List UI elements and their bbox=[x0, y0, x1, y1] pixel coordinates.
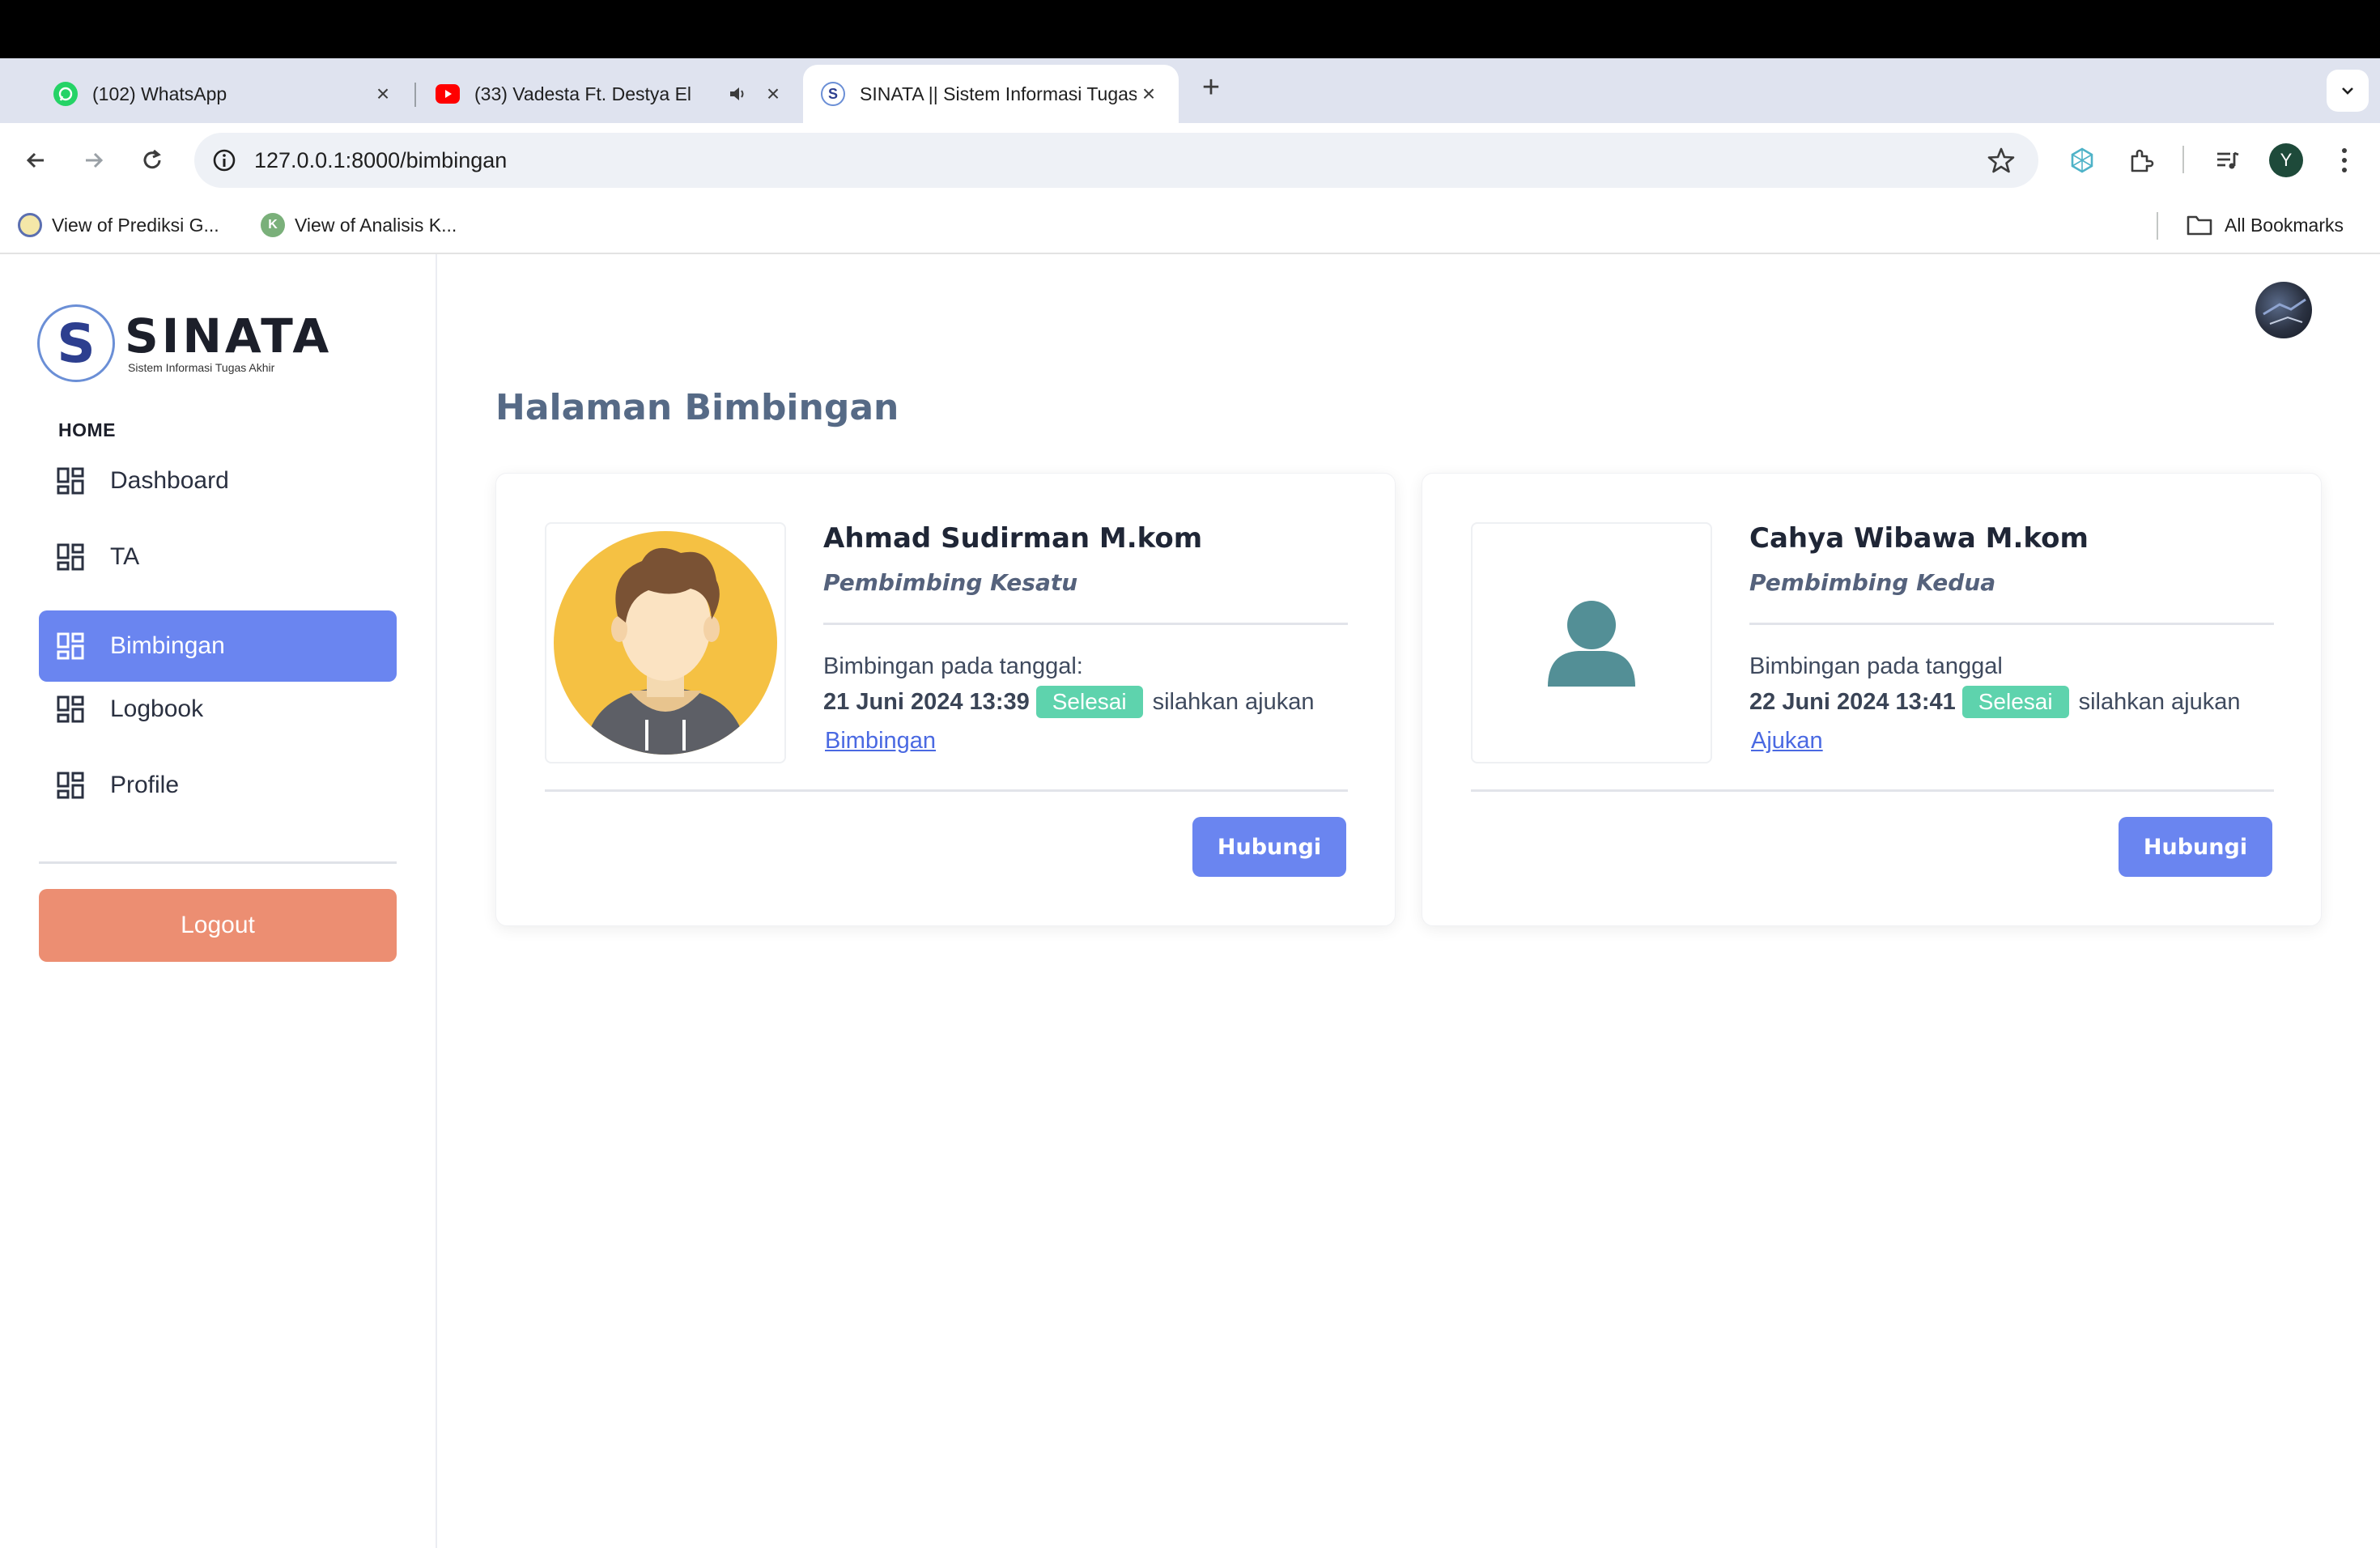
browser-tab-strip: (102) WhatsApp × (33) Vadesta Ft. Destya… bbox=[0, 58, 2380, 123]
card-divider bbox=[545, 789, 1348, 792]
os-menu-bar bbox=[0, 0, 2380, 58]
page-title: Halaman Bimbingan bbox=[495, 387, 899, 428]
dashboard-grid-icon bbox=[57, 632, 84, 660]
university-seal-icon bbox=[18, 213, 42, 237]
dashboard-grid-icon bbox=[57, 543, 84, 571]
new-tab-button[interactable]: + bbox=[1196, 72, 1226, 103]
browser-menu-icon[interactable] bbox=[2328, 143, 2361, 177]
journal-k-icon: K bbox=[261, 213, 285, 237]
schedule-line: 21 Juni 2024 13:39 Selesai silahkan ajuk… bbox=[823, 686, 1315, 718]
arrow-right-icon bbox=[86, 152, 104, 168]
status-badge: Selesai bbox=[1035, 686, 1143, 718]
tab-title: SINATA || Sistem Informasi Tugas Akhir bbox=[860, 83, 1137, 104]
schedule-note: silahkan ajukan bbox=[2078, 688, 2241, 715]
sidebar-item-label: Profile bbox=[110, 772, 180, 798]
address-bar[interactable]: 127.0.0.1:8000/bimbingan bbox=[194, 133, 2038, 188]
user-placeholder-icon bbox=[1548, 601, 1635, 687]
sidebar-item-profile[interactable]: Profile bbox=[39, 750, 397, 821]
profile-avatar[interactable]: Y bbox=[2269, 143, 2303, 177]
logo-mark: S bbox=[37, 304, 115, 382]
contact-button[interactable]: Hubungi bbox=[1192, 817, 1346, 877]
schedule-label: Bimbingan pada tanggal bbox=[1749, 653, 2003, 679]
dashboard-grid-icon bbox=[57, 695, 84, 723]
bookmark-star-icon[interactable] bbox=[1987, 146, 2016, 175]
close-icon[interactable]: × bbox=[761, 81, 785, 106]
tab-sinata[interactable]: S SINATA || Sistem Informasi Tugas Akhir… bbox=[803, 65, 1179, 123]
page-content: S SINATA Sistem Informasi Tugas Akhir HO… bbox=[0, 254, 2380, 1548]
all-bookmarks-button[interactable]: All Bookmarks bbox=[2186, 209, 2344, 241]
sidebar: S SINATA Sistem Informasi Tugas Akhir HO… bbox=[0, 254, 437, 1548]
site-info-icon[interactable] bbox=[210, 147, 238, 174]
supervisor-role: Pembimbing Kesatu bbox=[823, 569, 1078, 596]
folder-icon bbox=[2187, 215, 2212, 236]
schedule-line: 22 Juni 2024 13:41 Selesai silahkan ajuk… bbox=[1749, 686, 2241, 718]
close-icon[interactable]: × bbox=[1137, 81, 1161, 106]
supervisor-role: Pembimbing Kedua bbox=[1749, 569, 1996, 596]
bookmark-item[interactable]: K View of Analisis K... bbox=[261, 209, 457, 241]
tab-separator bbox=[414, 83, 416, 107]
back-button[interactable] bbox=[15, 139, 57, 181]
bookmark-label: View of Prediksi G... bbox=[52, 214, 219, 236]
close-icon[interactable]: × bbox=[371, 81, 395, 106]
card-divider bbox=[823, 623, 1348, 625]
sinata-favicon: S bbox=[821, 82, 845, 106]
tab-title: (102) WhatsApp bbox=[92, 83, 227, 104]
card-divider bbox=[1749, 623, 2274, 625]
logout-button[interactable]: Logout bbox=[39, 889, 397, 962]
youtube-icon bbox=[436, 84, 460, 104]
forward-button[interactable] bbox=[73, 139, 115, 181]
sidebar-item-label: Logbook bbox=[110, 695, 204, 722]
brand-name: SINATA bbox=[125, 308, 333, 364]
sidebar-item-label: TA bbox=[110, 543, 140, 570]
extensions-puzzle-icon[interactable] bbox=[2125, 144, 2157, 176]
reload-button[interactable] bbox=[131, 139, 173, 181]
schedule-note: silahkan ajukan bbox=[1152, 688, 1315, 715]
media-control-icon[interactable] bbox=[2212, 144, 2244, 176]
url-text: 127.0.0.1:8000/bimbingan bbox=[254, 147, 508, 172]
sidebar-item-dashboard[interactable]: Dashboard bbox=[39, 445, 397, 517]
tab-whatsapp[interactable]: (102) WhatsApp × bbox=[36, 65, 413, 123]
bookmark-item[interactable]: View of Prediksi G... bbox=[18, 209, 219, 241]
ajukan-link[interactable]: Ajukan bbox=[1751, 728, 1823, 755]
schedule-label: Bimbingan pada tanggal: bbox=[823, 653, 1083, 679]
bookmarks-bar: View of Prediksi G... K View of Analisis… bbox=[0, 198, 2380, 254]
supervisor-name: Cahya Wibawa M.kom bbox=[1749, 522, 2089, 555]
nav-section-label: HOME bbox=[58, 419, 116, 440]
sidebar-item-label: Bimbingan bbox=[110, 632, 225, 659]
dashboard-grid-icon bbox=[57, 467, 84, 495]
male-avatar-icon bbox=[554, 531, 777, 755]
speaker-icon[interactable] bbox=[727, 82, 751, 106]
all-bookmarks-label: All Bookmarks bbox=[2225, 214, 2344, 236]
tab-youtube[interactable]: (33) Vadesta Ft. Destya El × bbox=[418, 65, 816, 123]
tab-title: (33) Vadesta Ft. Destya El bbox=[474, 83, 692, 104]
user-avatar[interactable] bbox=[2255, 282, 2312, 338]
chevron-down-icon bbox=[2342, 87, 2353, 95]
tab-search-button[interactable] bbox=[2327, 70, 2369, 112]
toolbar-divider bbox=[2182, 146, 2184, 173]
sidebar-item-bimbingan[interactable]: Bimbingan bbox=[39, 610, 397, 682]
arrow-left-icon bbox=[26, 152, 44, 168]
reload-icon bbox=[143, 149, 161, 169]
sidebar-item-ta[interactable]: TA bbox=[39, 521, 397, 593]
whatsapp-icon bbox=[53, 82, 78, 106]
supervisor-name: Ahmad Sudirman M.kom bbox=[823, 522, 1203, 555]
supervisor-photo bbox=[1471, 522, 1712, 763]
supervisor-card: Ahmad Sudirman M.kom Pembimbing Kesatu B… bbox=[495, 473, 1396, 926]
bookmarks-divider bbox=[2157, 212, 2158, 240]
app-logo[interactable]: S SINATA Sistem Informasi Tugas Akhir bbox=[37, 304, 332, 382]
sidebar-item-logbook[interactable]: Logbook bbox=[39, 674, 397, 745]
dashboard-grid-icon bbox=[57, 772, 84, 799]
schedule-date: 21 Juni 2024 13:39 bbox=[823, 688, 1030, 715]
bimbingan-link[interactable]: Bimbingan bbox=[825, 728, 936, 755]
status-badge: Selesai bbox=[1961, 686, 2069, 718]
card-divider bbox=[1471, 789, 2274, 792]
extension-gem-icon[interactable] bbox=[2066, 144, 2098, 176]
sidebar-divider bbox=[39, 861, 397, 864]
supervisor-photo bbox=[545, 522, 786, 763]
schedule-date: 22 Juni 2024 13:41 bbox=[1749, 688, 1956, 715]
sidebar-item-label: Dashboard bbox=[110, 467, 229, 494]
supervisor-card: Cahya Wibawa M.kom Pembimbing Kedua Bimb… bbox=[1422, 473, 2322, 926]
bookmark-label: View of Analisis K... bbox=[295, 214, 457, 236]
contact-button[interactable]: Hubungi bbox=[2119, 817, 2272, 877]
